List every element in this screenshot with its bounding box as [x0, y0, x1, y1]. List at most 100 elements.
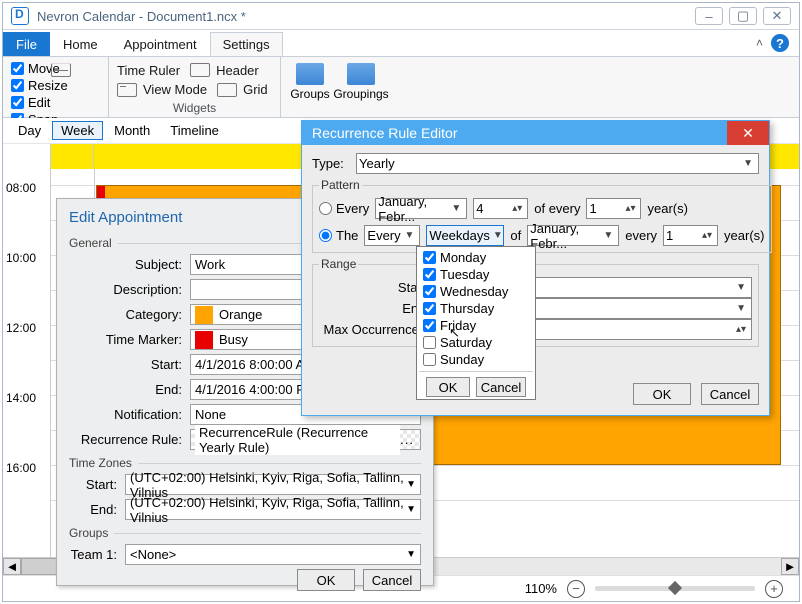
chevron-down-icon: ▼ [402, 230, 418, 241]
scroll-left-icon[interactable]: ◄ [3, 558, 21, 575]
subject-label: Subject: [69, 257, 184, 272]
recurrence-ok-button[interactable]: OK [633, 383, 691, 405]
tz-start-select[interactable]: (UTC+02:00) Helsinki, Kyiv, Riga, Sofia,… [125, 474, 421, 495]
chevron-down-icon: ▼ [733, 282, 749, 293]
groups-icon [296, 63, 324, 85]
day-spin[interactable]: 4▴▾ [473, 198, 528, 219]
tz-start-label: Start: [69, 477, 119, 492]
spinner-icon: ▴▾ [733, 324, 749, 335]
weekday-sun[interactable]: Sunday [419, 351, 533, 368]
months-select[interactable]: January, Febr...▼ [375, 198, 467, 219]
spinner-icon: ▴▾ [622, 203, 638, 214]
chevron-down-icon: ▼ [490, 230, 506, 241]
pattern-the-radio[interactable]: The [319, 228, 358, 243]
range-start-label: Start: [319, 280, 429, 295]
description-label: Description: [69, 282, 184, 297]
zoom-thumb[interactable] [668, 581, 682, 595]
chevron-down-icon: ▼ [733, 303, 749, 314]
every-label: every [625, 228, 657, 243]
team-select[interactable]: <None>▼ [125, 544, 421, 565]
range-end-label: End: [319, 301, 429, 316]
window-title: Nevron Calendar - Document1.ncx * [37, 9, 246, 24]
weekday-wed[interactable]: Wednesday [419, 283, 533, 300]
chevron-down-icon: ▼ [406, 479, 420, 490]
time-label: 10:00 [6, 251, 36, 265]
notification-label: Notification: [69, 407, 184, 422]
time-gutter-header [3, 144, 51, 169]
chevron-down-icon: ▼ [740, 158, 756, 169]
months2-select[interactable]: January, Febr...▼ [527, 225, 619, 246]
btn-view-mode[interactable]: View Mode [117, 81, 207, 100]
time-label: 08:00 [6, 181, 36, 195]
zoom-slider[interactable] [595, 586, 755, 591]
view-week[interactable]: Week [52, 121, 103, 140]
weekday-fri[interactable]: Friday [419, 317, 533, 334]
menubar: File Home Appointment Settings ˄ ? [3, 29, 799, 56]
maximize-button[interactable]: ▢ [729, 7, 757, 25]
view-month[interactable]: Month [105, 121, 159, 140]
years2-spin[interactable]: 1▴▾ [663, 225, 718, 246]
weekday-thu[interactable]: Thursday [419, 300, 533, 317]
btn-time-ruler[interactable]: Time Ruler [117, 61, 180, 80]
zoom-in-button[interactable]: + [765, 580, 783, 598]
busy-swatch-icon [195, 331, 213, 349]
recurrence-title: Recurrence Rule Editor [312, 125, 458, 141]
scroll-thumb[interactable] [21, 558, 61, 575]
group-groups: Groups [69, 526, 421, 540]
ribbon-group-label: Widgets [117, 101, 272, 115]
chevron-down-icon: ▼ [448, 203, 464, 214]
weekday-select[interactable]: Weekdays▼ [426, 225, 504, 246]
scroll-right-icon[interactable]: ► [781, 558, 799, 575]
tz-end-label: End: [69, 502, 119, 517]
collapse-ribbon-icon[interactable]: ˄ [756, 36, 763, 50]
weekday-cancel-button[interactable]: Cancel [476, 377, 526, 397]
zoom-out-button[interactable]: − [567, 580, 585, 598]
appt-cancel-button[interactable]: Cancel [363, 569, 421, 591]
recurrence-rule-field[interactable]: RecurrenceRule (Recurrence Yearly Rule) … [190, 429, 421, 450]
recurrence-titlebar[interactable]: Recurrence Rule Editor ✕ [302, 121, 769, 145]
close-button[interactable]: ✕ [763, 7, 791, 25]
view-timeline[interactable]: Timeline [161, 121, 228, 140]
view-day[interactable]: Day [9, 121, 50, 140]
weekday-ok-button[interactable]: OK [426, 377, 470, 397]
btn-header[interactable]: Header [190, 61, 259, 80]
ellipsis-icon[interactable]: ... [400, 432, 420, 447]
chk-edit[interactable]: Edit [11, 95, 50, 110]
btn-groups[interactable]: Groups [289, 61, 331, 115]
team-label: Team 1: [69, 547, 119, 562]
chevron-down-icon: ▼ [406, 549, 420, 560]
minimize-button[interactable]: – [695, 7, 723, 25]
recurrence-close-button[interactable]: ✕ [727, 121, 769, 145]
time-label: 16:00 [6, 461, 36, 475]
years-spin[interactable]: 1▴▾ [586, 198, 641, 219]
maxocc-label: Max Occurrences: [319, 322, 429, 337]
weekday-tue[interactable]: Tuesday [419, 266, 533, 283]
weekday-sat[interactable]: Saturday [419, 334, 533, 351]
group-timezones: Time Zones [69, 456, 421, 470]
weekday-mon[interactable]: Monday [419, 249, 533, 266]
years-label: year(s) [647, 201, 687, 216]
tab-home[interactable]: Home [50, 32, 111, 56]
spinner-icon: ▴▾ [509, 203, 525, 214]
ofevery-label: of every [534, 201, 580, 216]
btn-groupings[interactable]: Groupings [339, 61, 383, 115]
time-marker-label: Time Marker: [69, 332, 184, 347]
tz-end-select[interactable]: (UTC+02:00) Helsinki, Kyiv, Riga, Sofia,… [125, 499, 421, 520]
app-icon [11, 7, 29, 25]
time-gutter: 08:00 10:00 12:00 14:00 16:00 [3, 169, 51, 557]
ribbon: Move Resize Edit Snap Interactivity Time… [3, 56, 799, 118]
tab-file[interactable]: File [3, 32, 50, 56]
years-label2: year(s) [724, 228, 764, 243]
type-select[interactable]: Yearly▼ [356, 153, 759, 174]
pattern-every-radio[interactable]: Every [319, 201, 369, 216]
btn-grid[interactable]: Grid [217, 81, 268, 100]
chk-resize[interactable]: Resize [11, 78, 68, 93]
ordinal-select[interactable]: Every▼ [364, 225, 420, 246]
allday-gutter [51, 144, 94, 169]
tab-appointment[interactable]: Appointment [111, 32, 210, 56]
appt-ok-button[interactable]: OK [297, 569, 355, 591]
help-icon[interactable]: ? [771, 34, 789, 52]
weekday-dropdown[interactable]: Monday Tuesday Wednesday Thursday Friday… [416, 246, 536, 400]
tab-settings[interactable]: Settings [210, 32, 283, 56]
recurrence-cancel-button[interactable]: Cancel [701, 383, 759, 405]
